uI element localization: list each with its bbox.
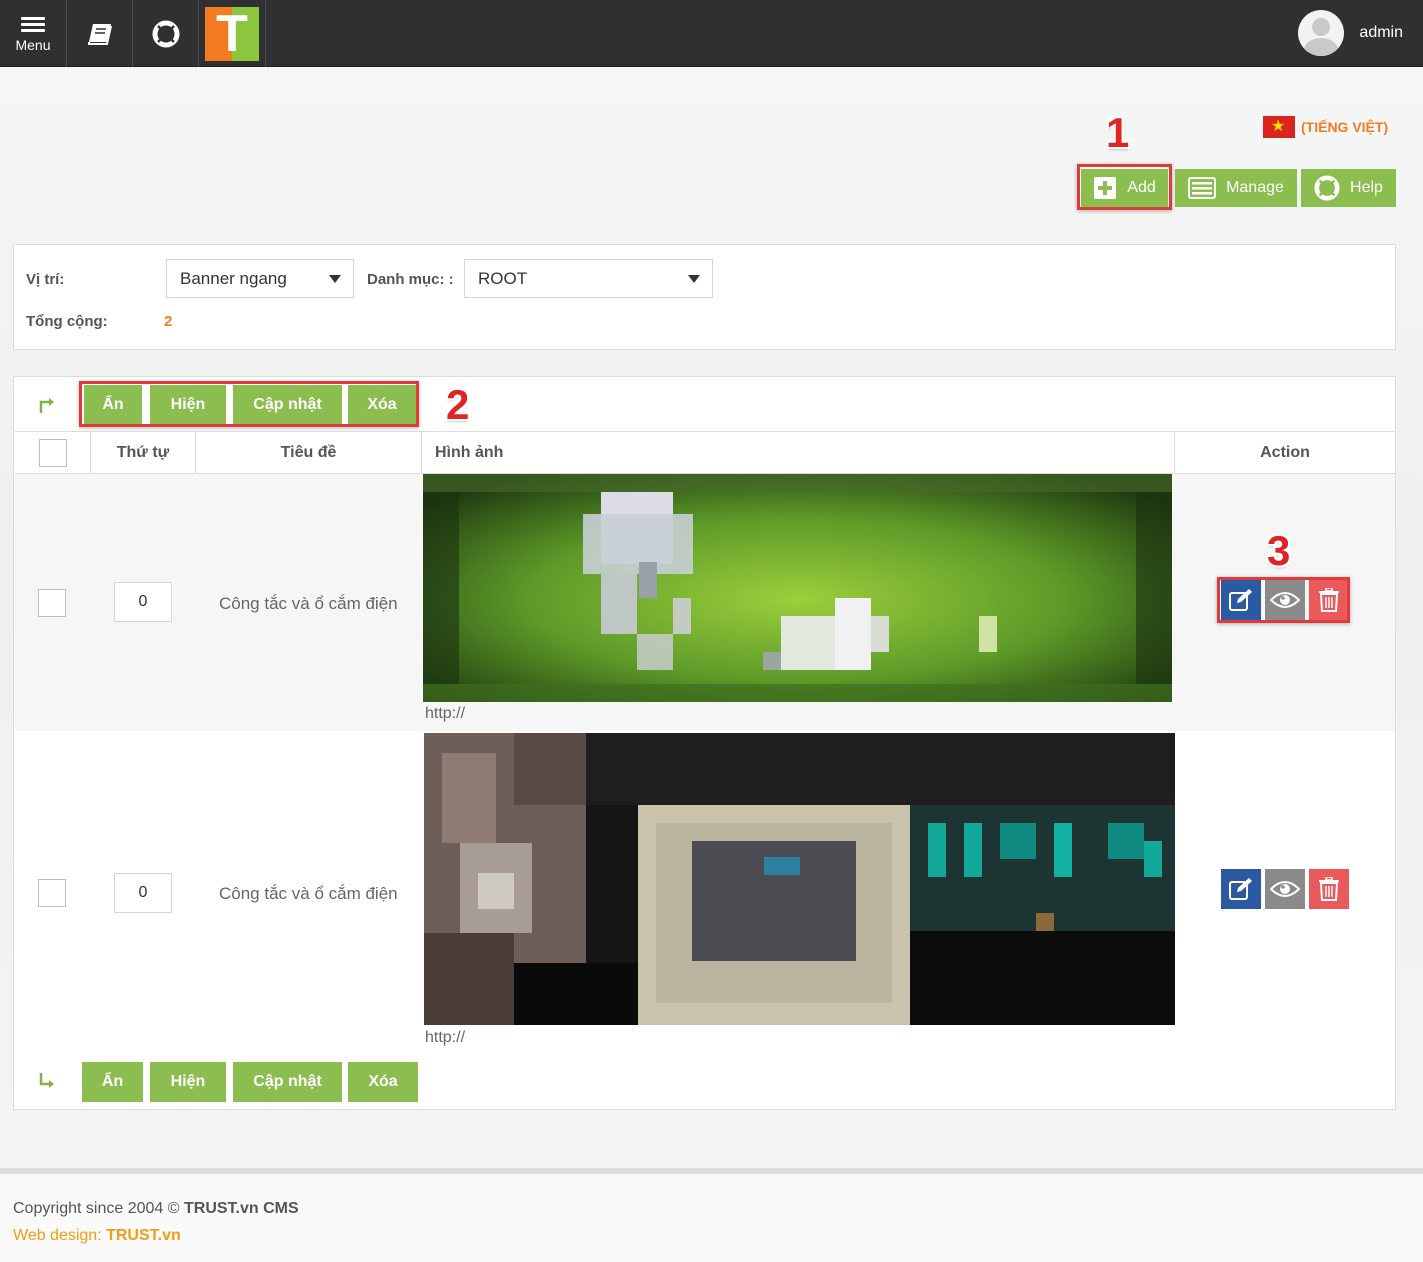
banner-image[interactable] [424, 733, 1175, 1025]
row-url: http:// [425, 1029, 466, 1046]
annotation-marker-2: 2 [446, 381, 470, 428]
position-select[interactable]: Banner ngang [166, 259, 354, 298]
position-label: Vị trí: [26, 271, 65, 288]
language-switch[interactable]: ★ (TIẾNG VIỆT) [1263, 116, 1388, 138]
row-checkbox[interactable] [38, 589, 66, 617]
arrow-down-right-icon [39, 1073, 54, 1088]
delete-button[interactable] [1309, 869, 1349, 909]
total-value: 2 [164, 313, 173, 330]
arrow-right-icon [39, 398, 54, 413]
edit-icon [1229, 878, 1252, 900]
annotation-marker-3: 3 [1267, 527, 1291, 574]
row-title: Công tắc và ổ cắm điện [219, 594, 398, 613]
logo-t: T [205, 6, 259, 61]
order-input[interactable]: 0 [114, 582, 172, 622]
position-value: Banner ngang [180, 268, 287, 288]
header-order[interactable]: Thứ tự [91, 432, 196, 474]
language-label: (TIẾNG VIỆT) [1301, 119, 1389, 135]
banner-image[interactable] [423, 474, 1172, 702]
webdesign-link[interactable]: TRUST.vn [106, 1227, 181, 1244]
row-title: Công tắc và ổ cắm điện [219, 884, 398, 903]
manage-button[interactable]: Manage [1175, 169, 1297, 207]
web-design-credit: Web design: TRUST.vn [13, 1227, 181, 1245]
annotation-marker-1: 1 [1106, 109, 1130, 156]
book-icon [87, 23, 112, 45]
top-navbar: Menu T admin [0, 0, 1423, 67]
help-label: Help [1350, 179, 1383, 196]
show-button-bottom[interactable]: Hiện [150, 1062, 226, 1102]
total-label: Tổng cộng: [26, 313, 108, 330]
order-input[interactable]: 0 [114, 873, 172, 913]
eye-icon [1270, 881, 1300, 897]
user-menu[interactable]: admin [1298, 10, 1403, 56]
lifebuoy-icon [152, 20, 179, 47]
highlight-add [1077, 164, 1172, 210]
user-name: admin [1359, 24, 1403, 41]
category-value: ROOT [478, 268, 528, 288]
help-button[interactable]: Help [1301, 169, 1396, 207]
highlight-actions [1217, 577, 1350, 623]
list-icon [1188, 177, 1217, 199]
header-title[interactable]: Tiêu đề [196, 432, 422, 474]
trust-logo[interactable]: T [199, 0, 266, 67]
copyright-brand: TRUST.vn CMS [184, 1200, 299, 1217]
lifebuoy-icon [1314, 175, 1340, 201]
hide-button-bottom[interactable]: Ẩn [82, 1062, 143, 1102]
header-select-cell [15, 432, 91, 474]
footer [0, 1174, 1423, 1262]
category-label: Danh mục: : [367, 271, 454, 288]
menu-label: Menu [15, 37, 51, 53]
header-image: Hình ảnh [422, 432, 1175, 474]
copyright-prefix: Copyright since 2004 © [13, 1200, 184, 1217]
highlight-bulk [79, 381, 419, 427]
delete-button-bottom[interactable]: Xóa [348, 1062, 418, 1102]
category-select[interactable]: ROOT [464, 259, 713, 298]
row-url: http:// [425, 705, 466, 722]
flag-vn-icon: ★ [1263, 116, 1295, 138]
webdesign-prefix: Web design: [13, 1227, 107, 1244]
view-button[interactable] [1265, 869, 1305, 909]
copyright: Copyright since 2004 © TRUST.vn CMS [13, 1200, 299, 1218]
edit-button[interactable] [1221, 869, 1261, 909]
menu-button[interactable]: Menu [0, 0, 67, 67]
support-button[interactable] [133, 0, 199, 67]
chevron-down-icon [688, 275, 700, 283]
manage-label: Manage [1226, 179, 1284, 196]
chevron-down-icon [329, 275, 341, 283]
user-avatar-icon [1298, 10, 1345, 56]
update-button-bottom[interactable]: Cập nhật [233, 1062, 342, 1102]
menu-icon [21, 14, 45, 35]
trash-icon [1319, 877, 1339, 901]
header-action: Action [1260, 444, 1310, 461]
select-all-checkbox[interactable] [38, 439, 67, 467]
row-checkbox[interactable] [38, 879, 66, 907]
book-button[interactable] [67, 0, 133, 67]
